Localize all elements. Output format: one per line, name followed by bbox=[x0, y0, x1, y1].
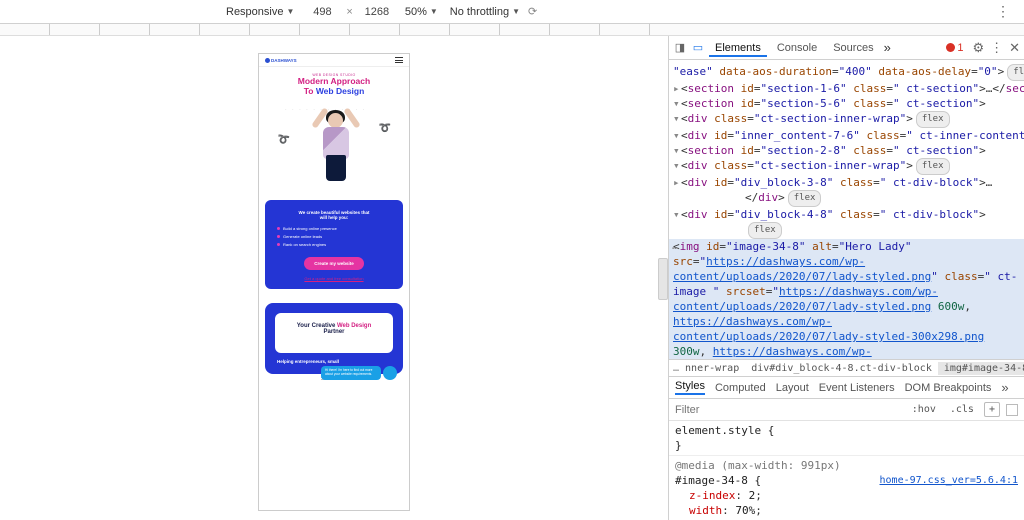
source-link[interactable]: home-97.css_ver=5.6.4:1 bbox=[880, 473, 1018, 488]
subtab-computed[interactable]: Computed bbox=[715, 382, 766, 394]
viewport-height-input[interactable]: 1268 bbox=[357, 6, 397, 18]
crumb[interactable]: img#image-34-8.ct-image bbox=[938, 362, 1024, 375]
inspect-icon[interactable]: ◨ bbox=[673, 41, 687, 55]
chevron-down-icon: ▼ bbox=[430, 7, 438, 16]
benefit-item: Generate online leads bbox=[283, 234, 389, 239]
quote-link[interactable]: Get a quote and free consultation bbox=[273, 276, 395, 281]
styles-tabs: Styles Computed Layout Event Listeners D… bbox=[669, 377, 1024, 399]
device-frame: DASHWAYS WEB DESIGN STUDIO Modern Approa… bbox=[259, 54, 409, 510]
benefits-card: We create beautiful websites that will h… bbox=[265, 200, 403, 289]
styles-filter-input[interactable] bbox=[675, 404, 902, 416]
more-subtabs-icon[interactable]: » bbox=[1001, 380, 1008, 395]
selected-element[interactable]: … <img id="image-34-8" alt="Hero Lady" s… bbox=[669, 239, 1024, 359]
hero-image: · · · · · · · · · · · · ➰ ➰ bbox=[279, 103, 389, 188]
hamburger-icon[interactable] bbox=[395, 57, 403, 63]
kebab-icon[interactable]: ⋮ bbox=[990, 40, 1003, 56]
close-icon[interactable]: ✕ bbox=[1009, 40, 1020, 56]
help-text: Helping entrepreneurs, small bbox=[275, 353, 393, 365]
hero-section: WEB DESIGN STUDIO Modern Approach To Web… bbox=[259, 67, 409, 194]
elements-tree[interactable]: "ease" data-aos-duration="400" data-aos-… bbox=[669, 60, 1024, 359]
rotate-icon[interactable]: ⟳ bbox=[528, 5, 537, 18]
devtools-panel: ◨ ▭ Elements Console Sources » 1 ⚙ ⋮ ✕ "… bbox=[668, 36, 1024, 520]
devtools-tabs: ◨ ▭ Elements Console Sources » 1 ⚙ ⋮ ✕ bbox=[669, 36, 1024, 60]
tab-sources[interactable]: Sources bbox=[827, 39, 879, 57]
tab-console[interactable]: Console bbox=[771, 39, 823, 57]
hero-title: Modern Approach To Web Design bbox=[267, 77, 401, 97]
error-badge[interactable]: 1 bbox=[943, 42, 966, 54]
breadcrumb[interactable]: … nner-wrap div#div_block-4-8.ct-div-blo… bbox=[669, 359, 1024, 377]
more-options-icon[interactable]: ⋮ bbox=[990, 3, 1016, 20]
crumb[interactable]: nner-wrap bbox=[679, 362, 745, 375]
subtab-events[interactable]: Event Listeners bbox=[819, 382, 895, 394]
chat-widget[interactable]: Hi there! I'm here to find out more abou… bbox=[321, 366, 397, 380]
throttle-select[interactable]: No throttling▼ bbox=[446, 5, 524, 19]
subtab-styles[interactable]: Styles bbox=[675, 380, 705, 395]
styles-filter-row: :hov .cls + bbox=[669, 399, 1024, 421]
swirl-icon: ➰ bbox=[276, 134, 290, 147]
chevron-down-icon: ▼ bbox=[512, 7, 520, 16]
more-tabs-icon[interactable]: » bbox=[884, 40, 891, 55]
tab-elements[interactable]: Elements bbox=[709, 39, 767, 57]
partner-panel: Your Creative Web DesignPartner bbox=[275, 313, 393, 353]
dimension-separator: × bbox=[346, 6, 352, 18]
cta-button[interactable]: Create my website bbox=[304, 257, 364, 270]
card-intro: We create beautiful websites that will h… bbox=[273, 210, 395, 220]
hero-lady-icon bbox=[313, 109, 359, 187]
hov-toggle[interactable]: :hov bbox=[908, 403, 940, 416]
partner-card: Your Creative Web DesignPartner Hi there… bbox=[265, 303, 403, 375]
site-header: DASHWAYS bbox=[259, 54, 409, 67]
viewport-width-input[interactable]: 498 bbox=[302, 6, 342, 18]
chat-launcher-icon[interactable] bbox=[383, 366, 397, 380]
subtab-dom[interactable]: DOM Breakpoints bbox=[905, 382, 992, 394]
subtab-layout[interactable]: Layout bbox=[776, 382, 809, 394]
benefit-item: Build a strong online presence bbox=[283, 226, 389, 231]
chat-bubble: Hi there! I'm here to find out more abou… bbox=[321, 366, 381, 380]
ruler bbox=[0, 24, 1024, 36]
chevron-down-icon: ▼ bbox=[286, 7, 294, 16]
css-rules[interactable]: element.style { } @media (max-width: 991… bbox=[669, 421, 1024, 520]
device-mode-icon[interactable]: ▭ bbox=[691, 41, 705, 55]
cls-toggle[interactable]: .cls bbox=[946, 403, 978, 416]
device-toolbar: Responsive▼ 498 × 1268 50%▼ No throttlin… bbox=[0, 0, 1024, 24]
brand-logo[interactable]: DASHWAYS bbox=[265, 58, 297, 63]
viewport-canvas: DASHWAYS WEB DESIGN STUDIO Modern Approa… bbox=[0, 36, 668, 520]
gear-icon[interactable]: ⚙ bbox=[972, 40, 984, 56]
new-rule-button[interactable]: + bbox=[984, 402, 1000, 417]
zoom-select[interactable]: 50%▼ bbox=[401, 5, 442, 19]
device-select[interactable]: Responsive▼ bbox=[222, 5, 298, 19]
rendering-icon[interactable] bbox=[1006, 404, 1018, 416]
crumb[interactable]: div#div_block-4-8.ct-div-block bbox=[745, 362, 938, 375]
benefit-item: Rank on search engines bbox=[283, 242, 389, 247]
swirl-icon: ➰ bbox=[379, 123, 391, 134]
